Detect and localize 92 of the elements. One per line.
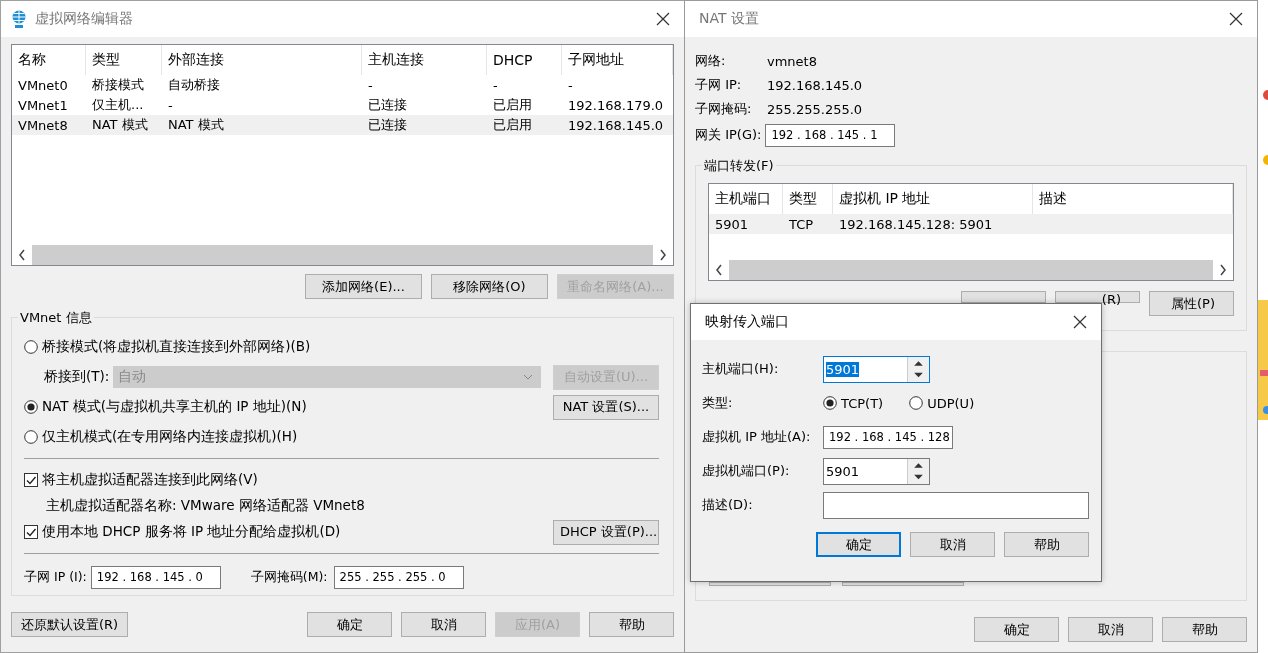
checkbox-label: 将主机虚拟适配器连接到此网络(V) xyxy=(42,471,258,489)
table-cell-text: - xyxy=(567,77,574,93)
radio-label: 仅主机模式(在专用网络内连接虚拟机)(H) xyxy=(42,428,298,446)
column-header[interactable]: DHCP xyxy=(487,45,562,75)
group-title: VMnet 信息 xyxy=(18,309,94,327)
checkbox[interactable] xyxy=(24,525,38,539)
table-row[interactable]: VMnet8 NAT 模式 NAT 模式 已连接 已启用 192.168.145.0 xyxy=(12,115,673,135)
group-title: 端口转发(F) xyxy=(702,157,776,175)
radio-label: NAT 模式(与虚拟机共享主机的 IP 地址)(N) xyxy=(42,398,307,416)
ip-field[interactable]: 255 . 255 . 255 . 0 xyxy=(333,565,464,589)
table-cell-text: - xyxy=(367,77,374,93)
field-label: 桥接到(T): xyxy=(43,368,110,386)
radio-button[interactable] xyxy=(909,396,924,410)
button[interactable]: 取消 xyxy=(910,532,995,557)
field-label: 子网 IP (I): xyxy=(24,568,87,586)
button[interactable]: 帮助 xyxy=(1162,617,1247,642)
field-label: 虚拟机 IP 地址(A): xyxy=(702,428,812,446)
window-title: NAT 设置 xyxy=(699,10,760,28)
table-cell-text: VMnet8 xyxy=(17,117,69,133)
button[interactable]: 取消 xyxy=(1068,617,1153,642)
field-label: 主机端口(H): xyxy=(702,360,780,378)
table-row[interactable]: VMnet0 桥接模式 自动桥接 - - - xyxy=(12,75,673,95)
table-row[interactable]: 5901 TCP 192.168.145.128: 5901 xyxy=(709,214,1233,234)
radio-label: UDP(U) xyxy=(927,395,975,411)
table-cell-text: 已启用 xyxy=(492,96,533,114)
checkbox[interactable] xyxy=(24,473,38,487)
table-row[interactable]: VMnet1 仅主机... - 已连接 已启用 192.168.179.0 xyxy=(12,95,673,115)
table-cell-text: NAT 模式 xyxy=(91,116,149,134)
radio-label: TCP(T) xyxy=(841,395,884,411)
column-header[interactable]: 主机连接 xyxy=(362,45,487,75)
table-cell-text: - xyxy=(167,97,174,113)
button[interactable]: 属性(P) xyxy=(1149,291,1234,316)
ip-field[interactable]: 192 . 168 . 145 . 1 xyxy=(765,123,896,147)
field-label: 子网 IP: xyxy=(695,76,743,94)
button[interactable]: 还原默认设置(R) xyxy=(11,612,128,637)
field-label: 网络: xyxy=(695,52,727,70)
number-field[interactable]: 5901 xyxy=(823,457,930,485)
table-cell-text: VMnet0 xyxy=(17,77,69,93)
field-value: 255.255.255.0 xyxy=(767,101,863,117)
table-cell-text: 192.168.145.128: 5901 xyxy=(838,216,994,232)
button[interactable]: 帮助 xyxy=(1004,532,1089,557)
button[interactable]: 添加网络(E)... xyxy=(305,274,422,299)
table-cell-text: 192.168.145.0 xyxy=(567,117,665,133)
table-cell-text: 5901 xyxy=(714,216,750,232)
table-cell-text: 192.168.179.0 xyxy=(567,97,665,113)
table-cell-text: 自动桥接 xyxy=(167,76,221,94)
field-label: 虚拟机端口(P): xyxy=(702,462,791,480)
window-title: 映射传入端口 xyxy=(705,313,790,331)
field-label: 类型: xyxy=(702,394,734,412)
field-value: vmnet8 xyxy=(767,53,817,69)
button[interactable]: DHCP 设置(P)... xyxy=(553,519,659,545)
field-label: 描述(D): xyxy=(702,496,754,514)
button[interactable]: 确定 xyxy=(816,532,901,557)
close-icon[interactable] xyxy=(1073,315,1087,329)
button[interactable]: 取消 xyxy=(401,612,486,637)
column-header[interactable]: 子网地址 xyxy=(562,45,673,75)
table-cell-text: 已连接 xyxy=(367,116,408,134)
adapter-name: 主机虚拟适配器名称: VMware 网络适配器 VMnet8 xyxy=(46,497,365,515)
table-cell-text: VMnet1 xyxy=(17,97,69,113)
button[interactable]: NAT 设置(S)... xyxy=(553,394,659,420)
radio-button[interactable] xyxy=(24,400,38,414)
field-value: 192.168.145.0 xyxy=(767,77,863,93)
input-field[interactable] xyxy=(823,491,1089,519)
field-label: 子网掩码: xyxy=(695,100,753,118)
column-header[interactable]: 类型 xyxy=(86,45,162,75)
ip-field[interactable]: 192 . 168 . 145 . 128 xyxy=(823,425,953,449)
table-cell-text: 已连接 xyxy=(367,96,408,114)
column-header[interactable]: 名称 xyxy=(12,45,86,75)
radio-label: 桥接模式(将虚拟机直接连接到外部网络)(B) xyxy=(42,338,311,356)
table-cell-text: 仅主机... xyxy=(91,96,145,114)
table-cell-text: 桥接模式 xyxy=(91,76,145,94)
table-cell-text: NAT 模式 xyxy=(167,116,225,134)
table-cell-text: TCP xyxy=(788,216,815,232)
button[interactable]: 帮助 xyxy=(589,612,674,637)
checkbox-label: 使用本地 DHCP 服务将 IP 地址分配给虚拟机(D) xyxy=(42,523,341,541)
radio-button[interactable] xyxy=(823,396,837,410)
radio-button[interactable] xyxy=(24,430,38,444)
table-cell-text: 已启用 xyxy=(492,116,533,134)
button[interactable]: 移除网络(O) xyxy=(431,274,548,299)
close-icon[interactable] xyxy=(656,12,670,26)
window-title: 虚拟网络编辑器 xyxy=(35,10,134,28)
button[interactable]: (R) xyxy=(1055,291,1140,303)
number-field[interactable]: 5901 xyxy=(823,355,930,383)
table-cell-text: - xyxy=(492,77,499,93)
column-header[interactable]: 外部连接 xyxy=(162,45,362,75)
field-label: 网关 IP(G): xyxy=(695,126,762,144)
button[interactable]: 确定 xyxy=(974,617,1059,642)
field-label: 子网掩码(M): xyxy=(250,568,328,586)
ip-field[interactable]: 192 . 168 . 145 . 0 xyxy=(90,565,221,589)
close-icon[interactable] xyxy=(1229,12,1243,26)
button[interactable]: 确定 xyxy=(307,612,392,637)
radio-button[interactable] xyxy=(24,340,38,354)
